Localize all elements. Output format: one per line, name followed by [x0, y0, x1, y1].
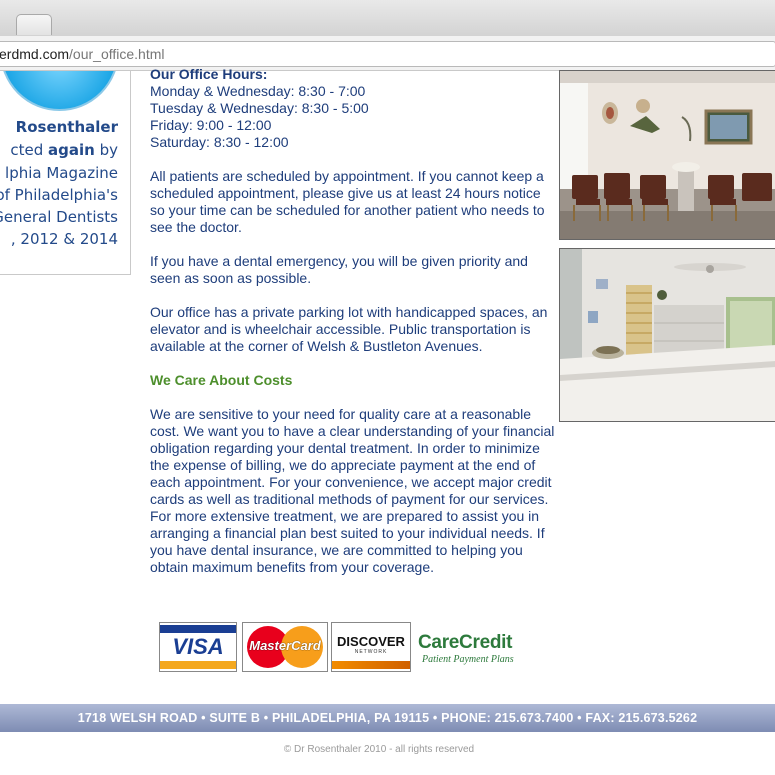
discover-bar — [332, 661, 410, 669]
award-badge[interactable]: ntists 2010 Rosenthaler cted again by lp… — [0, 70, 131, 275]
browser-tab-strip — [0, 0, 775, 37]
waiting-room-photo[interactable] — [559, 70, 775, 240]
hours-heading: Our Office Hours: — [150, 66, 268, 82]
footer-address: 1718 WELSH ROAD • SUITE B • PHILADELPHIA… — [77, 711, 698, 725]
mastercard-logo: MasterCard — [242, 622, 328, 672]
discover-sub-label: NETWORK — [354, 649, 388, 655]
waiting-room-image — [560, 71, 775, 239]
badge-line-6: , 2012 & 2014 — [10, 230, 118, 248]
costs-heading: We Care About Costs — [150, 372, 293, 388]
badge-line-5: General Dentists — [0, 208, 118, 226]
appointment-paragraph: All patients are scheduled by appointmen… — [150, 168, 545, 235]
visa-stripe-bottom — [160, 661, 236, 669]
discover-logo: DISCOVER NETWORK — [331, 622, 411, 672]
reception-desk-photo[interactable] — [559, 248, 775, 422]
visa-stripe-top — [160, 625, 236, 633]
visa-logo: VISA — [159, 622, 237, 672]
emergency-paragraph: If you have a dental emergency, you will… — [150, 253, 528, 286]
badge-line-3: lphia Magazine — [5, 164, 118, 182]
address-bar[interactable]: erdmd.com/our_office.html — [0, 41, 775, 67]
mastercard-label: MasterCard — [249, 638, 321, 653]
footer-bar: 1718 WELSH ROAD • SUITE B • PHILADELPHIA… — [0, 704, 775, 732]
hours-line: Saturday: 8:30 - 12:00 — [150, 134, 289, 150]
badge-emphasis: again — [48, 141, 95, 159]
hours-line: Friday: 9:00 - 12:00 — [150, 117, 272, 133]
hours-line: Monday & Wednesday: 8:30 - 7:00 — [150, 83, 366, 99]
address-text: erdmd.com/our_office.html — [0, 46, 165, 62]
main-content: Our Office Hours: Monday & Wednesday: 8:… — [150, 66, 555, 576]
hours-line: Tuesday & Wednesday: 8:30 - 5:00 — [150, 100, 369, 116]
badge-line-name: Rosenthaler — [15, 118, 118, 136]
carecredit-label: CareCredit — [418, 632, 513, 653]
carecredit-sub-label: Patient Payment Plans — [422, 654, 514, 665]
parking-paragraph: Our office has a private parking lot wit… — [150, 304, 548, 354]
discover-label: DISCOVER — [337, 634, 405, 649]
visa-label: VISA — [172, 634, 224, 659]
carecredit-logo: CareCredit Patient Payment Plans — [418, 632, 533, 670]
url-path: /our_office.html — [69, 46, 165, 62]
costs-paragraph: We are sensitive to your need for qualit… — [150, 406, 555, 575]
badge-line-2: cted again by — [10, 141, 118, 159]
copyright-text: © Dr Rosenthaler 2010 - all rights reser… — [283, 744, 475, 755]
browser-tab[interactable] — [16, 14, 52, 35]
url-domain: erdmd.com — [0, 46, 70, 62]
reception-desk-image — [560, 249, 775, 421]
badge-line-4: of Philadelphia's — [0, 186, 118, 204]
award-medal-icon: ntists 2010 — [0, 71, 119, 111]
